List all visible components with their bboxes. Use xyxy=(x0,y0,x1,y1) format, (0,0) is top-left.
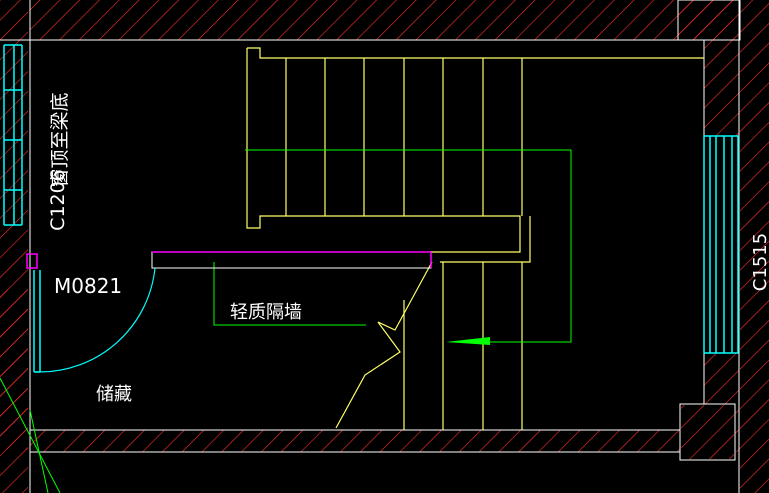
window-code-left-label: C1206 xyxy=(47,169,69,231)
door-code-label: M0821 xyxy=(54,274,122,298)
window-code-right-label: C1515 xyxy=(750,233,769,291)
wall-left-lower xyxy=(0,290,28,450)
leader-arrowhead xyxy=(446,337,490,345)
svg-text:C1206: C1206 xyxy=(47,169,69,231)
cad-drawing-canvas[interactable]: 窗顶至梁底 C1206 M0821 轻质隔墙 储藏 C1515 xyxy=(0,0,769,493)
partition-wall xyxy=(151,251,432,269)
svg-text:C1515: C1515 xyxy=(750,233,769,291)
stair xyxy=(246,47,704,430)
column-bottom-right-hatch xyxy=(681,405,734,459)
walls xyxy=(0,0,769,493)
door-jamb-marker xyxy=(26,253,38,269)
room-name-label: 储藏 xyxy=(96,384,132,405)
column-top-right xyxy=(677,0,741,41)
wall-top xyxy=(30,0,734,40)
wall-bottom xyxy=(30,430,740,452)
door-left-frame xyxy=(33,270,41,373)
partition-note-label: 轻质隔墙 xyxy=(230,302,302,323)
window-right xyxy=(703,135,739,354)
